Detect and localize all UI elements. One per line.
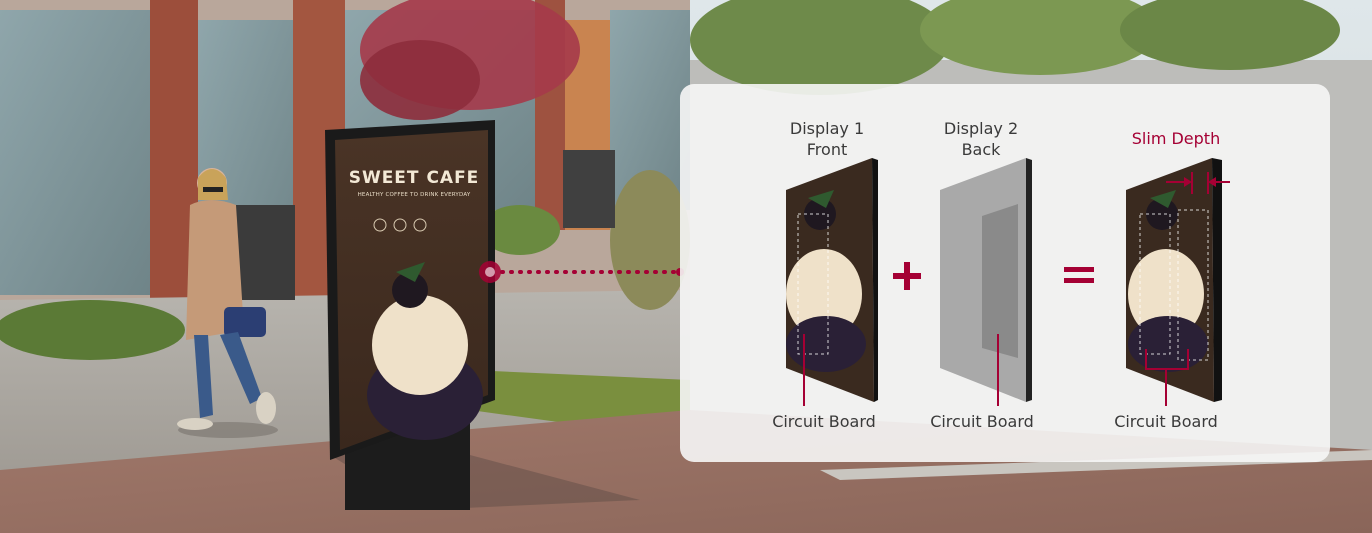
circuit-board-label-1: Circuit Board [772,412,876,431]
sign-subtitle: HEALTHY COFFEE TO DRINK EVERYDAY [357,192,471,198]
display-2-label: Display 2 Back [943,119,1019,159]
equals-icon [1064,267,1094,283]
display-1-front [786,158,878,406]
product-scene: SWEET CAFE HEALTHY COFFEE TO DRINK EVERY… [0,0,1372,533]
slim-depth-label: Slim Depth [1131,129,1221,148]
circuit-board-label-2: Circuit Board [930,412,1034,431]
circuit-board-label-3: Circuit Board [1114,412,1218,431]
display-2-back [940,158,1032,406]
combined-display [1126,158,1230,406]
sign-title: SWEET CAFE [348,168,480,188]
display-1-label: Display 1 Front [789,119,865,159]
plus-icon [893,262,921,290]
